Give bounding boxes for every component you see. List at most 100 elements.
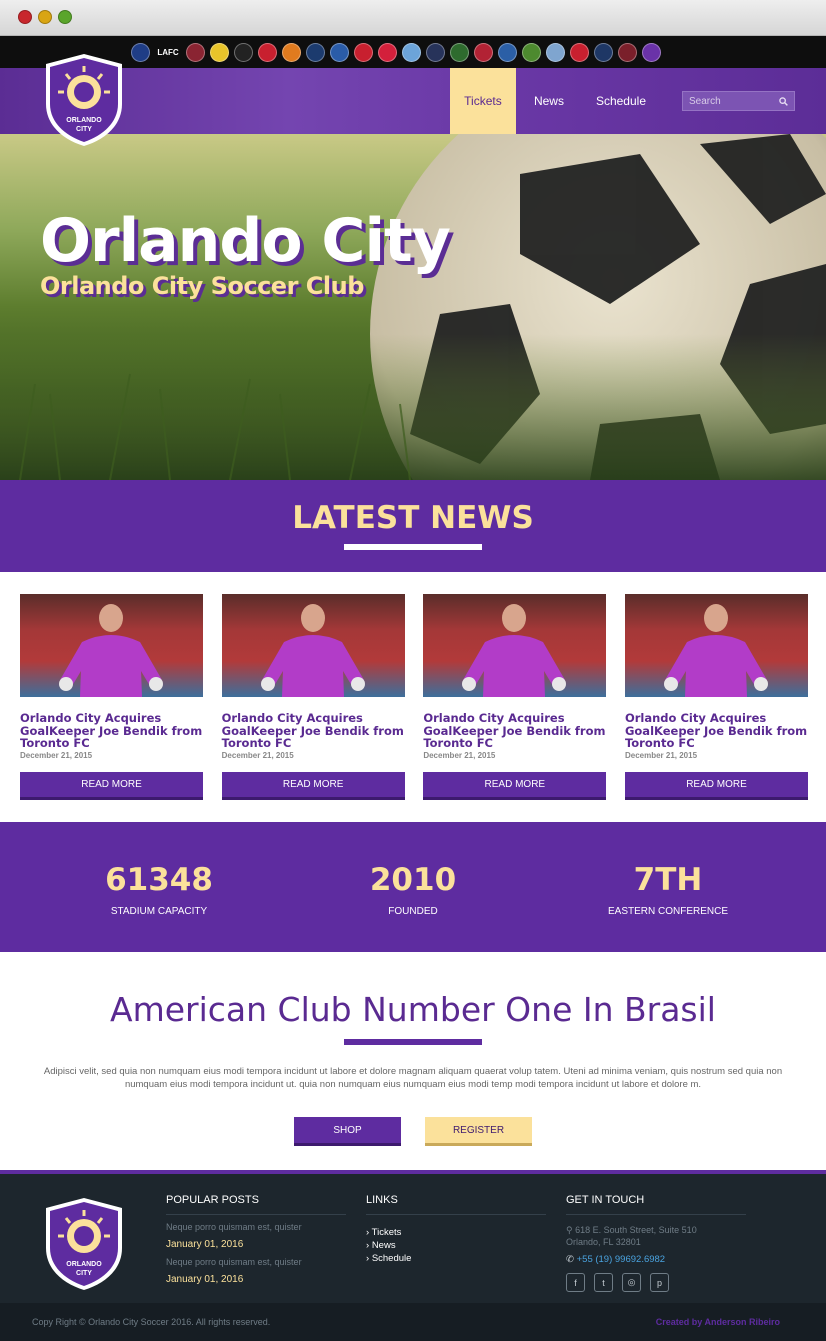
about-buttons: SHOP REGISTER [0,1117,826,1146]
real-salt-lake-icon[interactable] [474,42,493,62]
contact-column: GET IN TOUCH ⚲ 618 E. South Street, Suit… [566,1194,746,1292]
popular-post-text[interactable]: Neque porro quismam est, quister [166,1222,346,1232]
popular-post-date: January 01, 2016 [166,1239,244,1250]
instagram-icon[interactable]: ◎ [622,1273,641,1292]
divider [166,1214,346,1215]
read-more-button[interactable]: READ MORE [20,771,203,800]
news-card-image[interactable] [20,594,203,697]
news-card-title[interactable]: Orlando City Acquires GoalKeeper Joe Ben… [222,712,405,750]
location-pin-icon: ⚲ [566,1225,573,1235]
hero-soccer-ball-image [0,134,826,480]
dc-united-icon[interactable] [234,42,253,62]
nav-tickets[interactable]: Tickets [449,68,516,134]
copyright-text: Copy Right © Orlando City Soccer 2016. A… [32,1317,271,1327]
stat-label: FOUNDED [388,906,438,917]
maximize-window-button[interactable] [58,10,72,24]
atlanta-united-icon[interactable] [618,42,637,62]
news-card-image[interactable] [221,594,405,697]
seattle-sounders-icon[interactable] [522,42,541,62]
minimize-window-button[interactable] [38,10,52,24]
news-card-title[interactable]: Orlando City Acquires GoalKeeper Joe Ben… [625,712,808,750]
twitter-icon[interactable]: t [594,1273,613,1292]
heading-underline [344,544,482,550]
links-column: LINKS › Tickets › News › Schedule [366,1194,546,1264]
about-heading: American Club Number One In Brasil [110,990,716,1029]
hero-title: Orlando City [40,206,451,276]
stat-label: STADIUM CAPACITY [110,906,208,917]
san-jose-earthquakes-icon[interactable] [498,42,517,62]
portland-timbers-icon[interactable] [450,42,469,62]
shop-button[interactable]: SHOP [294,1117,401,1146]
nycfc-icon[interactable] [402,42,421,62]
contact-heading: GET IN TOUCH [566,1194,645,1206]
stat-stadium-capacity: 61348 STADIUM CAPACITY [49,862,269,917]
toronto-fc-icon[interactable] [570,42,589,62]
news-card-title[interactable]: Orlando City Acquires GoalKeeper Joe Ben… [423,712,606,750]
news-card-title[interactable]: Orlando City Acquires GoalKeeper Joe Ben… [20,712,203,750]
search-icon[interactable] [779,96,788,106]
popular-post-date: January 01, 2016 [166,1274,244,1285]
latest-news-band: LATEST NEWS [0,480,826,572]
news-card-image[interactable] [423,594,607,697]
chicago-fire-icon[interactable] [131,42,150,62]
news-card-date: December 21, 2015 [624,750,698,760]
news-card: Orlando City Acquires GoalKeeper Joe Ben… [423,594,607,800]
footer-link-tickets[interactable]: › Tickets [366,1227,546,1238]
close-window-button[interactable] [18,10,32,24]
nav-schedule[interactable]: Schedule [580,68,662,134]
site-footer: ORLANDO CITY POPULAR POSTS Neque porro q… [0,1170,826,1303]
stat-value: 7TH [633,862,703,898]
credit-link[interactable]: Created by Anderson Ribeiro [656,1317,780,1327]
houston-dynamo-icon[interactable] [282,42,301,62]
vancouver-whitecaps-icon[interactable] [594,42,613,62]
footer-link-schedule[interactable]: › Schedule [366,1253,546,1264]
facebook-icon[interactable]: f [566,1273,585,1292]
stat-eastern-conference: 7TH EASTERN CONFERENCE [558,862,778,917]
logo-text-2: CITY [76,126,92,133]
about-body: Adipisci velit, sed quia non numquam eiu… [43,1066,783,1090]
orlando-city-icon[interactable] [642,42,661,62]
popular-post-text[interactable]: Neque porro quismam est, quister [166,1257,346,1267]
footer-link-news[interactable]: › News [366,1240,546,1251]
search-box [682,91,795,111]
about-section: American Club Number One In Brasil Adipi… [0,952,826,1170]
colorado-rapids-icon[interactable] [186,42,205,62]
montreal-impact-icon[interactable] [330,42,349,62]
orlando-city-logo[interactable]: ORLANDO CITY [42,52,126,148]
stat-founded: 2010 FOUNDED [303,862,523,917]
latest-news-heading: LATEST NEWS [292,500,534,536]
divider [566,1214,746,1215]
news-card: Orlando City Acquires GoalKeeper Joe Ben… [624,594,808,800]
news-card: Orlando City Acquires GoalKeeper Joe Ben… [20,594,203,800]
read-more-button[interactable]: READ MORE [624,771,808,800]
footer-orlando-city-logo[interactable]: ORLANDO CITY [42,1196,126,1292]
new-england-revolution-icon[interactable] [354,42,373,62]
la-galaxy-icon[interactable] [306,42,325,62]
fc-dallas-icon[interactable] [258,42,277,62]
search-input[interactable] [689,95,769,107]
footer-logo-text-2: CITY [76,1270,92,1277]
ny-red-bulls-icon[interactable] [378,42,397,62]
register-button[interactable]: REGISTER [425,1117,532,1146]
columbus-crew-icon[interactable] [210,42,229,62]
lafc-icon[interactable]: LAFC [155,43,181,62]
read-more-button[interactable]: READ MORE [423,771,607,800]
divider [366,1214,546,1215]
news-card-date: December 21, 2015 [423,750,496,760]
links-heading: LINKS [366,1194,398,1206]
hero-banner: Orlando City Orlando City Soccer Club [0,134,826,480]
news-card-date: December 21, 2015 [221,750,294,760]
read-more-button[interactable]: READ MORE [221,771,405,800]
news-cards: Orlando City Acquires GoalKeeper Joe Ben… [20,594,808,800]
stat-value: 61348 [105,862,213,898]
nav-news[interactable]: News [518,68,580,134]
news-card-image[interactable] [624,594,808,697]
philadelphia-union-icon[interactable] [426,42,445,62]
about-underline [344,1039,482,1045]
stats-band: 61348 STADIUM CAPACITY 2010 FOUNDED 7TH … [0,822,826,952]
pinterest-icon[interactable]: p [650,1273,669,1292]
main-nav: Tickets News Schedule [449,68,826,134]
phone-link[interactable]: ✆ +55 (19) 99692.6982 [566,1254,746,1265]
phone-icon: ✆ [566,1254,574,1265]
sporting-kc-icon[interactable] [546,42,565,62]
